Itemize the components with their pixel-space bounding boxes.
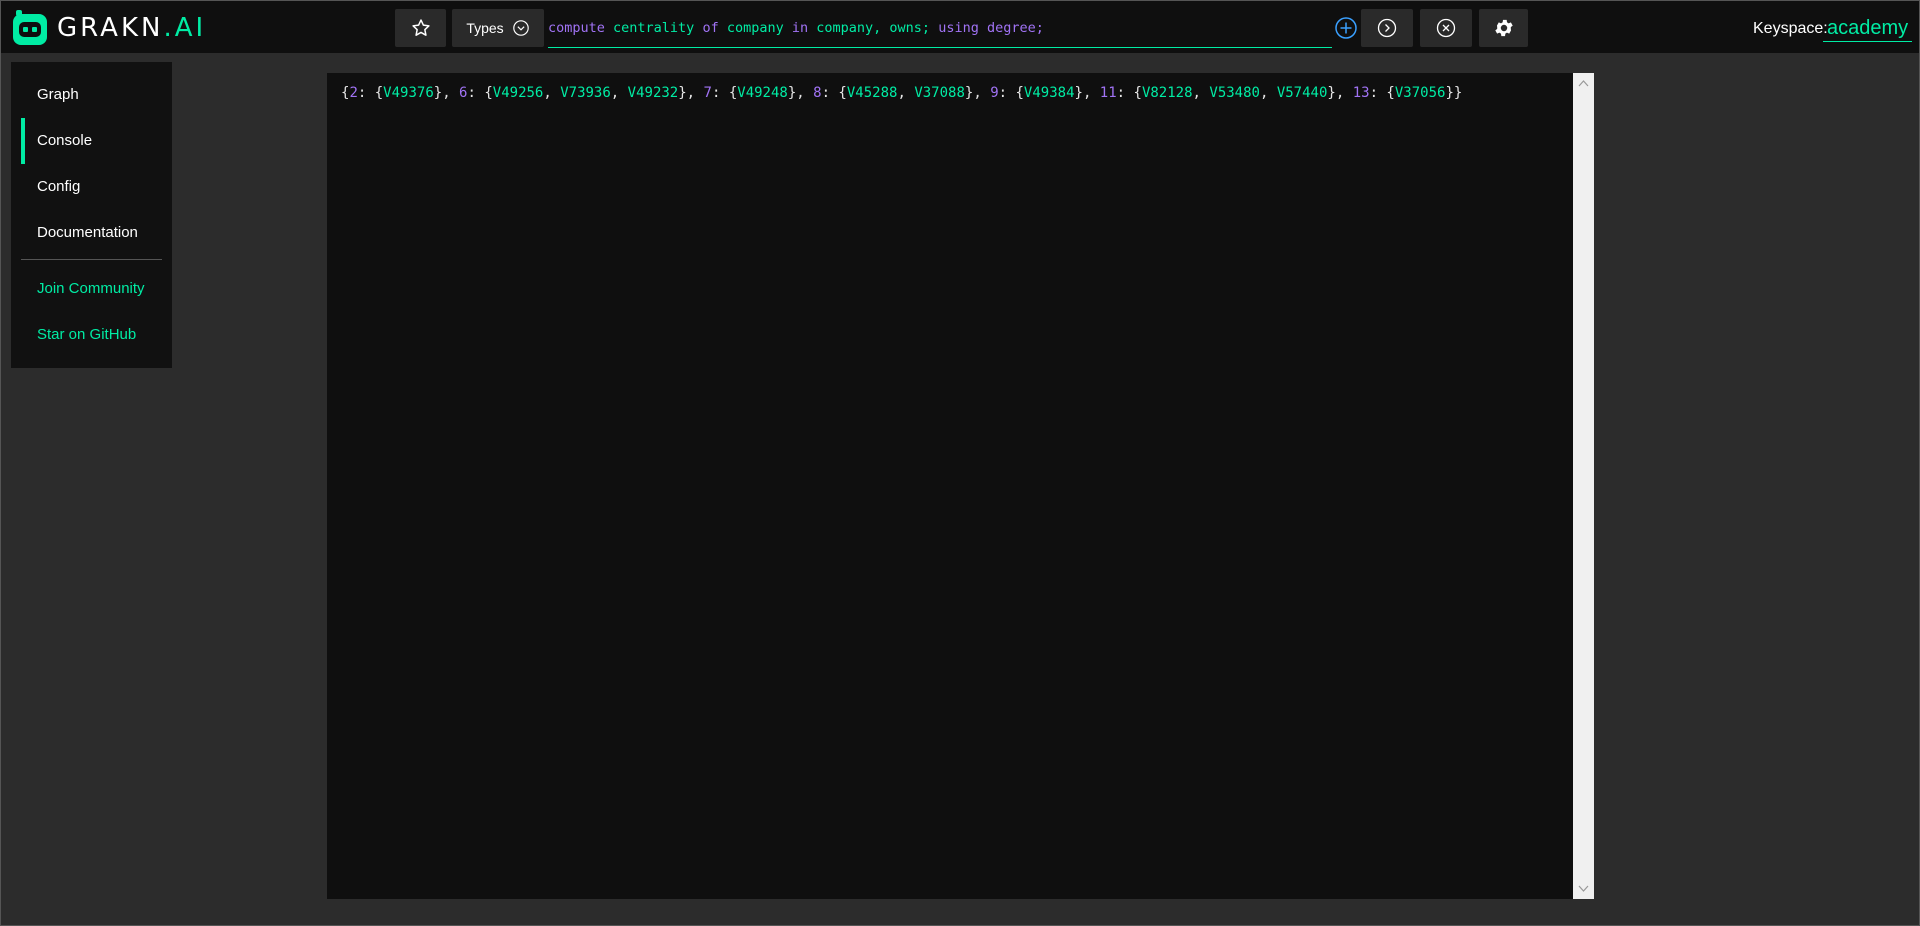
concept-id: V82128 [1141, 85, 1193, 101]
keyspace-label: Keyspace: [1753, 20, 1828, 37]
types-dropdown-button[interactable]: Types [452, 9, 544, 47]
concept-id: V53480 [1209, 85, 1260, 101]
concept-id: V49232 [627, 85, 679, 101]
degree-value: 8 [813, 85, 822, 101]
separator: , [1082, 85, 1100, 101]
separator: , [1192, 85, 1210, 101]
star-icon [411, 19, 430, 36]
sidebar-item-console[interactable]: Console [11, 118, 172, 164]
clear-query-button[interactable] [1420, 9, 1472, 47]
console-scrollbar[interactable] [1573, 73, 1594, 899]
separator: : { [1369, 85, 1395, 101]
robot-logo-icon [13, 10, 47, 45]
separator: , [442, 85, 460, 101]
scroll-down-arrow-icon[interactable] [1578, 885, 1589, 893]
brace: } [1445, 85, 1454, 101]
separator: : { [821, 85, 847, 101]
query-token: of [702, 20, 719, 36]
gear-icon [1494, 19, 1513, 37]
sidebar-divider [21, 259, 162, 260]
console-result-text: {2: {V49376}, 6: {V49256, V73936, V49232… [341, 83, 1559, 103]
link-label: Star on GitHub [37, 326, 137, 343]
concept-id: V37056 [1394, 85, 1446, 101]
separator: : { [711, 85, 738, 101]
types-label: Types [466, 20, 504, 36]
separator: : { [998, 85, 1024, 101]
separator: , [543, 85, 561, 101]
keyspace-selector[interactable]: academy [1823, 13, 1913, 42]
brace: } [678, 85, 687, 101]
separator: , [897, 85, 915, 101]
brace: } [1074, 85, 1083, 101]
favourite-queries-button[interactable] [395, 9, 446, 47]
concept-id: V49376 [383, 85, 434, 101]
chevron-down-icon [512, 20, 529, 36]
query-token: in [791, 20, 809, 36]
sidebar-item-label: Config [37, 178, 81, 195]
separator: , [796, 85, 814, 101]
query-token: company, owns; [808, 20, 939, 36]
logo-text: GRAKN.AI [57, 13, 207, 43]
query-token: compute [548, 20, 605, 36]
degree-value: 2 [349, 85, 358, 101]
concept-id: V49248 [737, 85, 788, 101]
brace: } [1453, 85, 1463, 101]
query-token: using degree; [938, 20, 1044, 36]
sidebar-item-label: Console [37, 132, 93, 149]
sidebar: Graph Console Config Documentation Join … [11, 62, 172, 368]
brace: } [433, 85, 443, 101]
degree-value: 7 [703, 85, 712, 101]
separator: , [610, 85, 628, 101]
concept-id: V49384 [1023, 85, 1075, 101]
separator: : { [357, 85, 384, 101]
sidebar-item-label: Documentation [37, 224, 138, 241]
console-output-panel[interactable]: {2: {V49376}, 6: {V49256, V73936, V49232… [327, 73, 1573, 899]
concept-id: V37088 [914, 85, 965, 101]
sidebar-item-label: Graph [37, 86, 79, 103]
query-editor[interactable]: compute centrality of company in company… [548, 11, 1332, 48]
top-bar: GRAKN.AI Types compute centrality of com… [1, 1, 1919, 53]
sidebar-item-documentation[interactable]: Documentation [11, 210, 172, 256]
separator: , [686, 85, 704, 101]
separator: : { [467, 85, 493, 101]
scroll-up-arrow-icon[interactable] [1578, 79, 1589, 87]
separator: : { [1116, 85, 1142, 101]
star-on-github-link[interactable]: Star on GitHub [11, 312, 172, 358]
concept-id: V57440 [1276, 85, 1328, 101]
separator: , [1335, 85, 1353, 101]
separator: , [1259, 85, 1277, 101]
sidebar-item-graph[interactable]: Graph [11, 72, 172, 118]
logo: GRAKN.AI [11, 9, 206, 47]
x-circle-icon [1436, 18, 1456, 38]
concept-id: V45288 [846, 85, 898, 101]
degree-value: 11 [1099, 85, 1117, 101]
query-token: company [718, 20, 792, 36]
degree-value: 13 [1352, 85, 1370, 101]
run-query-button[interactable] [1361, 9, 1413, 47]
concept-id: V49256 [492, 85, 544, 101]
degree-value: 9 [990, 85, 999, 101]
query-token: centrality [604, 20, 703, 36]
sidebar-item-config[interactable]: Config [11, 164, 172, 210]
join-community-link[interactable]: Join Community [11, 266, 172, 312]
link-label: Join Community [37, 280, 145, 297]
separator: , [973, 85, 991, 101]
plus-circle-icon[interactable] [1334, 16, 1358, 40]
settings-button[interactable] [1479, 9, 1528, 47]
concept-id: V73936 [560, 85, 611, 101]
brace: } [1327, 85, 1336, 101]
chevron-right-circle-icon [1377, 18, 1397, 38]
